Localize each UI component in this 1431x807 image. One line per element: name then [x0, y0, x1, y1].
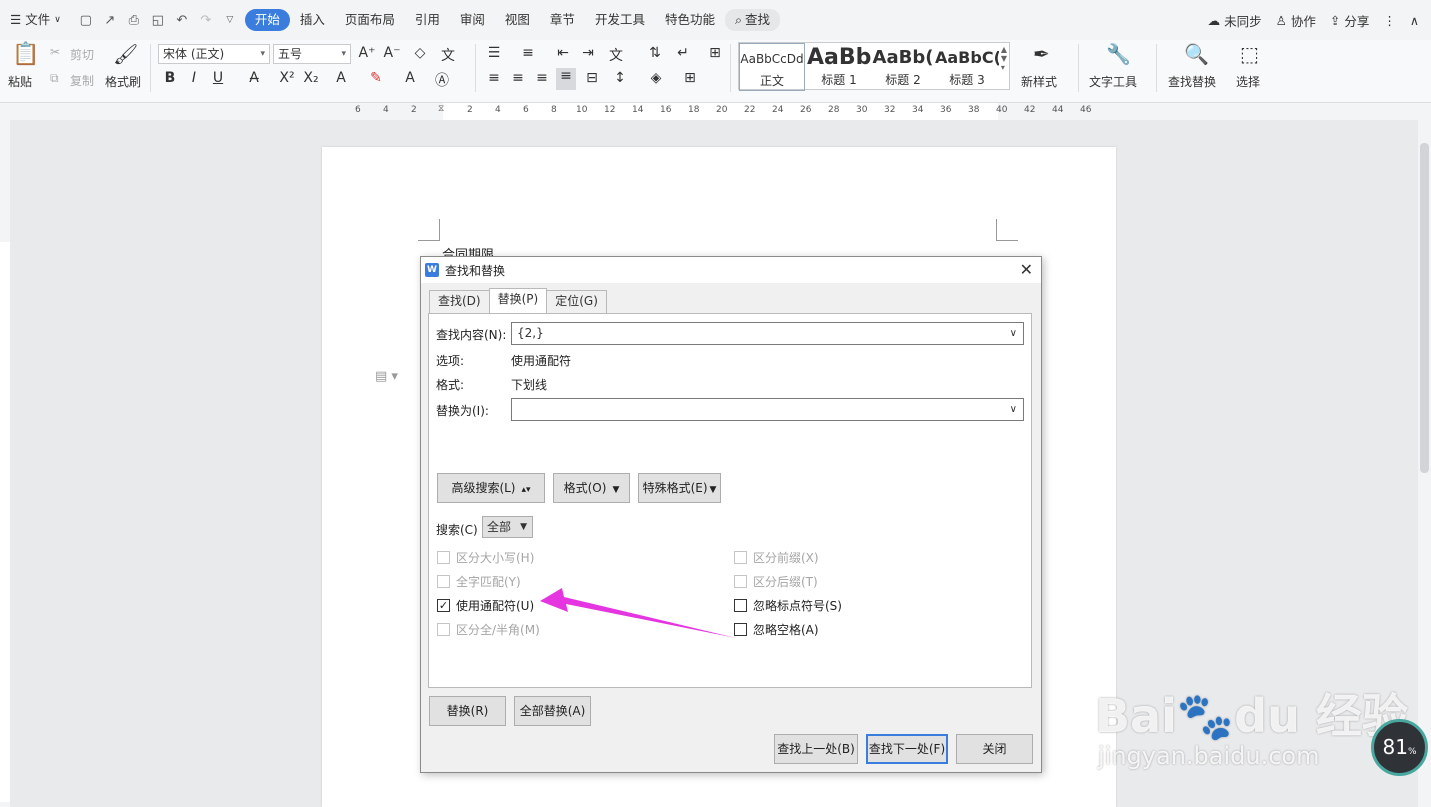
tab-replace[interactable]: 替换(P)	[488, 288, 548, 313]
watermark-url: jingyan.baidu.com	[1098, 742, 1320, 770]
arrow-icon	[540, 588, 736, 638]
zoom-badge[interactable]: 81%	[1371, 719, 1428, 776]
paw-icon: 🐾	[1176, 689, 1235, 743]
baidu-watermark: Bai🐾du 经验	[1095, 689, 1408, 743]
